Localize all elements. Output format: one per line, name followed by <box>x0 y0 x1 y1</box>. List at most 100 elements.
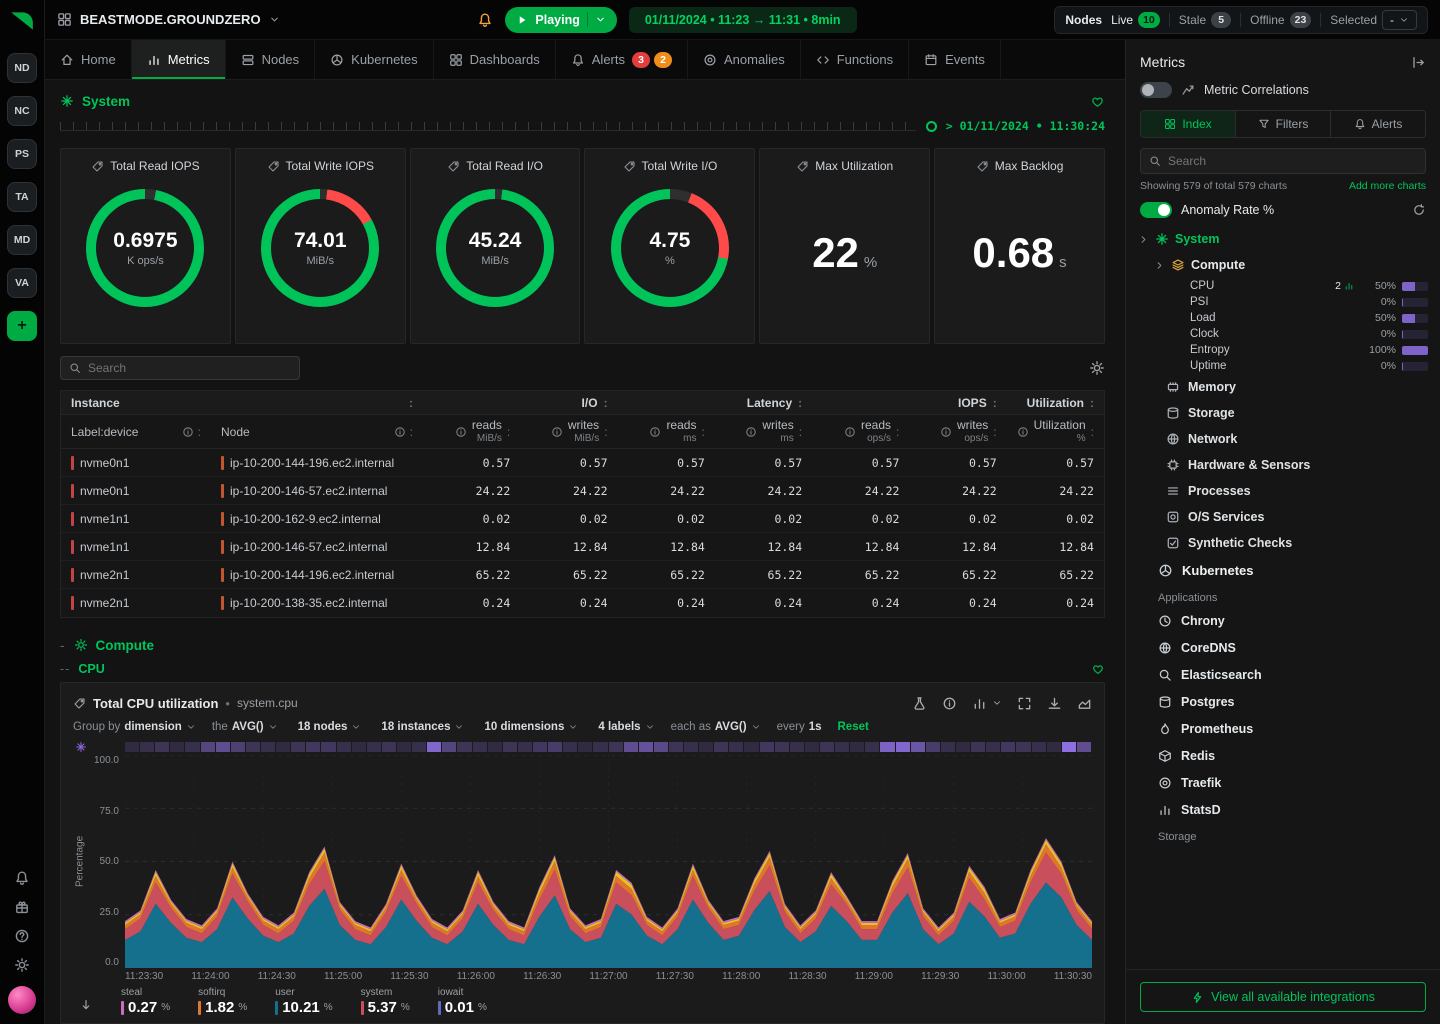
nodes-stale-filter[interactable]: Stale 5 <box>1179 12 1231 28</box>
tree-item-kubernetes[interactable]: Kubernetes <box>1138 556 1428 584</box>
selected-nodes-dropdown[interactable]: - <box>1382 10 1417 30</box>
compute-section-header[interactable]: - Compute <box>60 632 1105 658</box>
tree-item-os-services[interactable]: O/S Services <box>1138 504 1428 530</box>
gauge-card-max-utilization[interactable]: Max Utilization 22% <box>759 148 930 344</box>
heart-icon[interactable] <box>1090 94 1105 109</box>
legend-item-user[interactable]: user 10.21% <box>275 987 332 1016</box>
help-icon[interactable] <box>14 928 30 944</box>
group-instance[interactable]: Instance: <box>61 396 423 410</box>
tab-home[interactable]: Home <box>45 40 132 79</box>
tab-kubernetes[interactable]: Kubernetes <box>315 40 434 79</box>
tree-item-hardware-sensors[interactable]: Hardware & Sensors <box>1138 452 1428 478</box>
gauge-card-total-write-io[interactable]: Total Write I/O 4.75% <box>584 148 755 344</box>
space-switcher[interactable]: BEASTMODE.GROUNDZERO <box>57 12 280 27</box>
info-icon[interactable] <box>551 426 563 438</box>
date-range-picker[interactable]: 01/11/2024 • 11:23 → 11:31 • 8min <box>629 7 857 33</box>
info-icon[interactable] <box>649 426 661 438</box>
tab-index[interactable]: Index <box>1141 111 1236 137</box>
cpu-subsection-header[interactable]: -- CPU <box>60 658 1105 680</box>
reset-button[interactable]: Reset <box>838 721 869 733</box>
add-workspace-button[interactable]: + <box>7 311 37 341</box>
legend-item-system[interactable]: system 5.37% <box>361 987 410 1016</box>
sidebar-search-input[interactable] <box>1168 154 1417 168</box>
tab-alerts[interactable]: Alerts 3 2 <box>556 40 688 79</box>
legend-item-iowait[interactable]: iowait 0.01% <box>438 987 487 1016</box>
info-icon[interactable] <box>940 426 952 438</box>
tree-item-processes[interactable]: Processes <box>1138 478 1428 504</box>
aggregate-dropdown[interactable]: theAVG() <box>212 721 278 733</box>
tab-nodes[interactable]: Nodes <box>226 40 316 79</box>
app-item-elasticsearch[interactable]: Elasticsearch <box>1138 661 1428 688</box>
cpu-stacked-area-chart[interactable] <box>125 755 1092 968</box>
table-row[interactable]: nvme0n1 ip-10-200-144-196.ec2.internal 0… <box>61 449 1104 477</box>
tree-metric-load[interactable]: Load 50% <box>1138 310 1428 326</box>
add-more-charts-link[interactable]: Add more charts <box>1349 180 1426 192</box>
agent-bell-icon[interactable] <box>477 12 493 28</box>
info-icon[interactable] <box>455 426 467 438</box>
interval-dropdown[interactable]: every1s <box>777 721 822 733</box>
gauge-card-total-write-iops[interactable]: Total Write IOPS 74.01MiB/s <box>235 148 406 344</box>
group-utilization[interactable]: Utilization: <box>1007 396 1104 410</box>
dimensions-dropdown[interactable]: 10 dimensions <box>480 721 578 733</box>
time-ruler[interactable]: > 01/11/2024 • 11:30:24 <box>60 116 1105 140</box>
legend-item-softirq[interactable]: softirq 1.82% <box>198 987 247 1016</box>
group-by-dropdown[interactable]: Group bydimension <box>73 721 196 733</box>
workspace-md[interactable]: MD <box>7 225 37 255</box>
col-io-writes[interactable]: writesMiB/s: <box>520 419 617 443</box>
group-latency[interactable]: Latency: <box>618 396 813 410</box>
workspace-nc[interactable]: NC <box>7 96 37 126</box>
anomaly-ribbon[interactable] <box>125 742 1092 752</box>
tree-metric-clock[interactable]: Clock 0% <box>1138 326 1428 342</box>
tree-metric-entropy[interactable]: Entropy 100% <box>1138 342 1428 358</box>
col-utilization[interactable]: Utilization%: <box>1007 419 1104 443</box>
info-icon[interactable] <box>182 426 194 438</box>
workspace-ps[interactable]: PS <box>7 139 37 169</box>
info-icon[interactable] <box>745 426 757 438</box>
tree-item-network[interactable]: Network <box>1138 426 1428 452</box>
plot-area[interactable] <box>125 755 1092 968</box>
refresh-icon[interactable] <box>1412 203 1426 217</box>
tab-alerts-side[interactable]: Alerts <box>1331 111 1425 137</box>
tree-item-storage[interactable]: Storage <box>1138 400 1428 426</box>
gauge-card-total-read-iops[interactable]: Total Read IOPS 0.6975K ops/s <box>60 148 231 344</box>
area-chart-icon[interactable] <box>1077 696 1092 711</box>
table-row[interactable]: nvme1n1 ip-10-200-146-57.ec2.internal 12… <box>61 533 1104 561</box>
col-node[interactable]: Node: <box>211 425 423 439</box>
workspace-ta[interactable]: TA <box>7 182 37 212</box>
col-iops-writes[interactable]: writesops/s: <box>909 419 1006 443</box>
settings-gear-icon[interactable] <box>14 957 30 973</box>
col-io-reads[interactable]: readsMiB/s: <box>423 419 520 443</box>
table-row[interactable]: nvme1n1 ip-10-200-162-9.ec2.internal 0.0… <box>61 505 1104 533</box>
table-search[interactable] <box>60 356 300 380</box>
table-row[interactable]: nvme2n1 ip-10-200-138-35.ec2.internal 0.… <box>61 589 1104 617</box>
nodes-dropdown[interactable]: 18 nodes <box>294 721 362 733</box>
tree-item-memory[interactable]: Memory <box>1138 374 1428 400</box>
workspace-va[interactable]: VA <box>7 268 37 298</box>
info-icon[interactable] <box>942 696 957 711</box>
info-icon[interactable] <box>1017 426 1029 438</box>
app-item-chrony[interactable]: Chrony <box>1138 607 1428 634</box>
tab-filters[interactable]: Filters <box>1236 111 1331 137</box>
app-item-prometheus[interactable]: Prometheus <box>1138 715 1428 742</box>
anomalies-flask-icon[interactable] <box>912 696 927 711</box>
info-icon[interactable] <box>844 426 856 438</box>
group-iops[interactable]: IOPS: <box>812 396 1007 410</box>
nodes-offline-filter[interactable]: Offline 23 <box>1250 12 1311 28</box>
heart-icon[interactable] <box>1091 662 1105 676</box>
tree-metric-uptime[interactable]: Uptime 0% <box>1138 358 1428 374</box>
table-row[interactable]: nvme0n1 ip-10-200-146-57.ec2.internal 24… <box>61 477 1104 505</box>
app-item-traefik[interactable]: Traefik <box>1138 769 1428 796</box>
anomaly-rate-toggle[interactable] <box>1140 202 1172 218</box>
correlations-toggle[interactable] <box>1140 82 1172 98</box>
search-input[interactable] <box>88 361 291 375</box>
instances-dropdown[interactable]: 18 instances <box>377 721 464 733</box>
app-item-statsd[interactable]: StatsD <box>1138 796 1428 823</box>
chart-type-icon[interactable] <box>972 696 987 711</box>
tab-dashboards[interactable]: Dashboards <box>434 40 556 79</box>
legend-item-steal[interactable]: steal 0.27% <box>121 987 170 1016</box>
notifications-bell-icon[interactable] <box>14 870 30 886</box>
app-item-coredns[interactable]: CoreDNS <box>1138 634 1428 661</box>
tab-anomalies[interactable]: Anomalies <box>688 40 801 79</box>
table-row[interactable]: nvme2n1 ip-10-200-144-196.ec2.internal 6… <box>61 561 1104 589</box>
group-io[interactable]: I/O: <box>423 396 618 410</box>
